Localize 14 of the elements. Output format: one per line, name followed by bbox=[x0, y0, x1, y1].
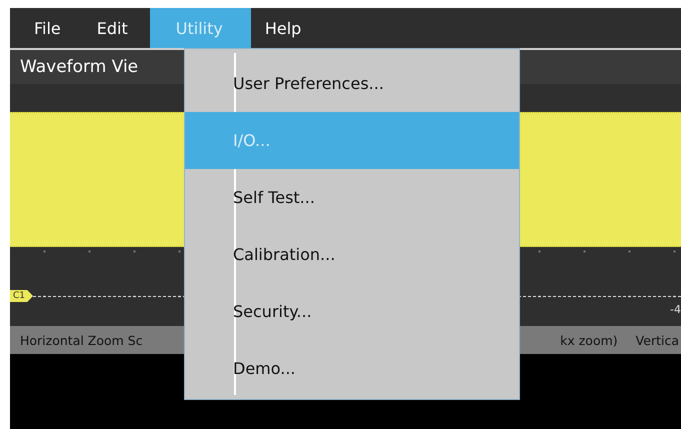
menu-item[interactable]: File bbox=[20, 8, 83, 48]
menu-option[interactable]: Demo... bbox=[185, 340, 519, 397]
menu-item[interactable]: Edit bbox=[82, 8, 150, 48]
view-title: Waveform Vie bbox=[20, 57, 138, 77]
axis-label: -4 bbox=[670, 303, 681, 316]
menu-option[interactable]: Security... bbox=[185, 283, 519, 340]
status-text: Horizontal Zoom Sc bbox=[20, 332, 143, 348]
channel-marker[interactable]: C1 bbox=[10, 290, 34, 302]
menu-item[interactable]: Help bbox=[250, 8, 324, 48]
menu-option[interactable]: Self Test... bbox=[185, 169, 519, 226]
status-text: kx zoom) bbox=[560, 332, 618, 348]
menu-option[interactable]: Calibration... bbox=[185, 226, 519, 283]
menu-option[interactable]: User Preferences... bbox=[185, 55, 519, 112]
status-text: Vertica bbox=[636, 332, 679, 348]
